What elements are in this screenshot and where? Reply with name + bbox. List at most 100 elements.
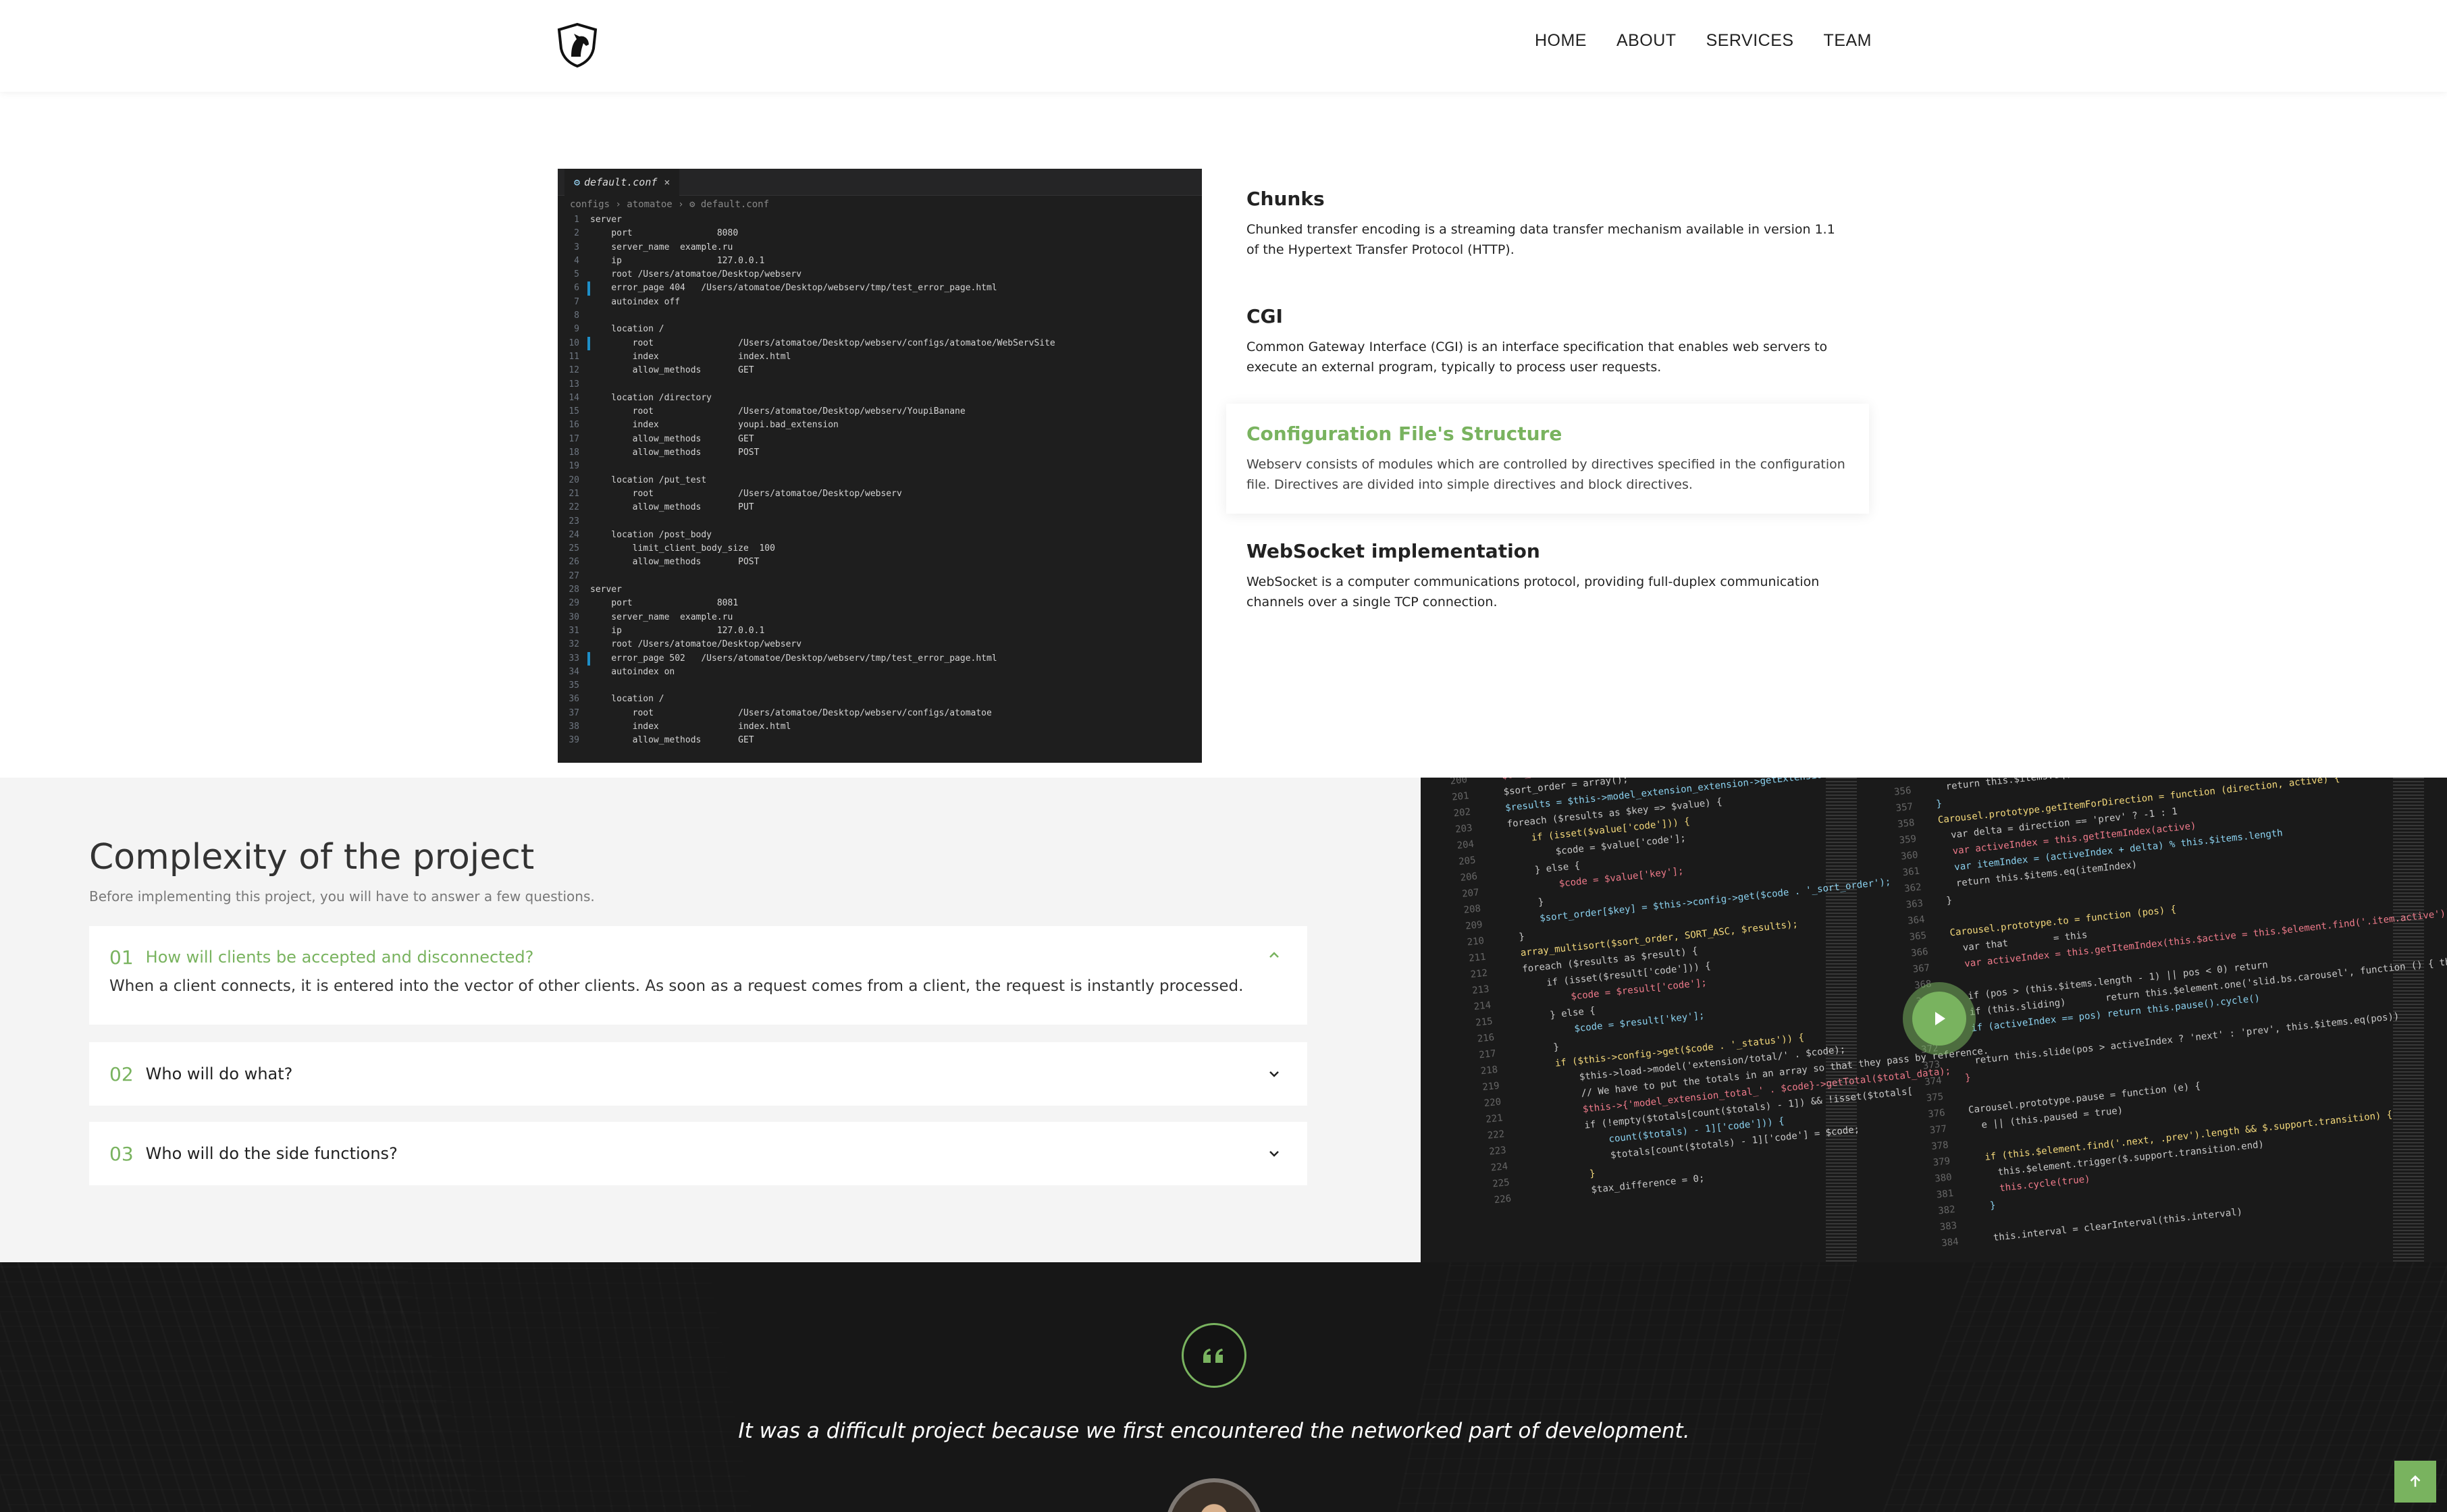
faq-item-2: 02 Who will do what? — [89, 1042, 1307, 1106]
line-text: location /post_body — [590, 529, 712, 540]
line-text: server — [590, 585, 622, 595]
background-overlay — [0, 1262, 2447, 1512]
line-text: root /Users/atomatoe/Desktop/webserv — [590, 269, 802, 280]
editor-tab: ⚙ default.conf × — [564, 169, 680, 196]
code-line: 5 root /Users/atomatoe/Desktop/webserv — [558, 268, 1202, 281]
line-number: 362 — [1903, 882, 1922, 895]
line-number: 34 — [569, 666, 579, 677]
line-number: 364 — [1907, 914, 1926, 927]
faq-number: 02 — [109, 1062, 134, 1085]
line-number: 359 — [1898, 833, 1917, 846]
feature-title: Chunks — [1246, 188, 1325, 210]
line-number: 33 — [558, 652, 590, 666]
line-text: root /Users/atomatoe/Desktop/webserv/con… — [590, 707, 992, 718]
line-number: 207 — [1461, 887, 1480, 900]
line-number: 18 — [569, 448, 579, 458]
arrow-up-icon — [2410, 1475, 2421, 1487]
nav-link-team[interactable]: TEAM — [1824, 31, 1872, 51]
line-number: 219 — [1481, 1080, 1500, 1094]
code-line: 31 ip 127.0.0.1 — [558, 624, 1202, 638]
code-line: 2 port 8080 — [558, 227, 1202, 240]
faq-question-toggle[interactable]: 01 How will clients be accepted and disc… — [89, 926, 1307, 988]
line-number: 366 — [1910, 946, 1929, 959]
line-number: 358 — [1897, 817, 1916, 830]
line-number: 220 — [1483, 1096, 1502, 1110]
chevron-down-icon[interactable] — [1265, 1145, 1283, 1162]
line-number: 361 — [1901, 865, 1920, 879]
line-number: 21 — [569, 488, 579, 499]
chevron-down-icon[interactable] — [1265, 1065, 1283, 1083]
horse-shield-logo-icon[interactable] — [556, 22, 598, 68]
line-number: 10 — [558, 337, 590, 350]
code-line: 14 location /directory — [558, 392, 1202, 405]
feature-websocket: WebSocket implementation WebSocket is a … — [1226, 521, 1869, 631]
line-text: root /Users/atomatoe/Desktop/webserv/con… — [590, 338, 1055, 348]
line-number: 216 — [1477, 1032, 1495, 1045]
line-number: 202 — [1452, 806, 1471, 819]
line-number: 210 — [1467, 935, 1485, 948]
editor-breadcrumb: configs › atomatoe › ⚙ default.conf — [570, 199, 770, 210]
line-number: 223 — [1488, 1145, 1507, 1158]
line-text: allow_methods GET — [590, 365, 754, 376]
line-text — [1937, 913, 1938, 923]
line-number: 36 — [569, 694, 579, 705]
line-number: 205 — [1458, 855, 1477, 868]
code-minimap — [2393, 778, 2424, 1262]
nav-link-about[interactable]: ABOUT — [1616, 31, 1677, 51]
nav-link-services[interactable]: SERVICES — [1706, 31, 1794, 51]
line-number: 211 — [1468, 951, 1487, 965]
line-text: ip 127.0.0.1 — [590, 255, 765, 266]
chevron-up-icon[interactable] — [1265, 946, 1283, 964]
line-number: 363 — [1905, 898, 1924, 911]
code-line: 18 allow_methods POST — [558, 446, 1202, 460]
line-text: } — [1924, 798, 1943, 811]
line-number: 213 — [1471, 983, 1490, 997]
play-button[interactable] — [1903, 982, 1976, 1055]
line-number: 15 — [569, 406, 579, 417]
line-text: location / — [590, 324, 664, 335]
close-icon: × — [664, 176, 670, 188]
faq-item-3: 03 Who will do the side functions? — [89, 1122, 1307, 1185]
line-text: autoindex off — [590, 296, 681, 307]
code-line: 10 root /Users/atomatoe/Desktop/webserv/… — [558, 337, 1202, 350]
line-number: 378 — [1930, 1139, 1949, 1152]
line-number: 3 — [574, 242, 579, 252]
code-line: 29 port 8081 — [558, 597, 1202, 610]
feature-config-structure[interactable]: Configuration File's Structure Webserv c… — [1226, 404, 1869, 514]
line-text: server — [590, 215, 622, 225]
line-number: 9 — [574, 324, 579, 335]
nav-link-home[interactable]: HOME — [1535, 31, 1587, 51]
line-text: index youpi.bad_extension — [590, 420, 839, 431]
faq-question-toggle[interactable]: 02 Who will do what? — [89, 1042, 1307, 1106]
line-number: 217 — [1478, 1048, 1497, 1061]
code-line: 17 allow_methods GET — [558, 433, 1202, 446]
line-number: 221 — [1485, 1112, 1504, 1125]
code-line: 34 autoindex on — [558, 666, 1202, 679]
main-nav: HOME ABOUT SERVICES TEAM — [1535, 31, 1872, 51]
line-number: 384 — [1941, 1236, 1959, 1249]
line-number: 383 — [1939, 1220, 1957, 1233]
line-number: 30 — [569, 612, 579, 622]
line-number: 214 — [1473, 1000, 1492, 1013]
faq-question-toggle[interactable]: 03 Who will do the side functions? — [89, 1122, 1307, 1185]
code-line: 23 — [558, 515, 1202, 529]
code-line: 33 error_page 502 /Users/atomatoe/Deskto… — [558, 652, 1202, 666]
line-text: index index.html — [590, 351, 791, 362]
testimonial-section: It was a difficult project because we fi… — [0, 1262, 2447, 1512]
line-number: 16 — [569, 420, 579, 431]
code-line: 19 — [558, 460, 1202, 473]
line-number: 20 — [569, 475, 579, 485]
line-number: 27 — [569, 570, 579, 581]
back-to-top-button[interactable] — [2394, 1461, 2436, 1503]
line-text: location /put_test — [590, 475, 707, 485]
line-number: 209 — [1465, 919, 1483, 932]
code-line: 12 allow_methods GET — [558, 364, 1202, 377]
line-number: 212 — [1470, 967, 1488, 981]
line-number: 365 — [1908, 930, 1927, 943]
faq-item-1: 01 How will clients be accepted and disc… — [89, 926, 1307, 1025]
line-number: 204 — [1456, 838, 1475, 852]
faq-number: 01 — [109, 946, 134, 969]
line-text: error_page 502 /Users/atomatoe/Desktop/w… — [590, 653, 997, 664]
line-number: 26 — [569, 557, 579, 568]
line-number: 22 — [569, 502, 579, 513]
